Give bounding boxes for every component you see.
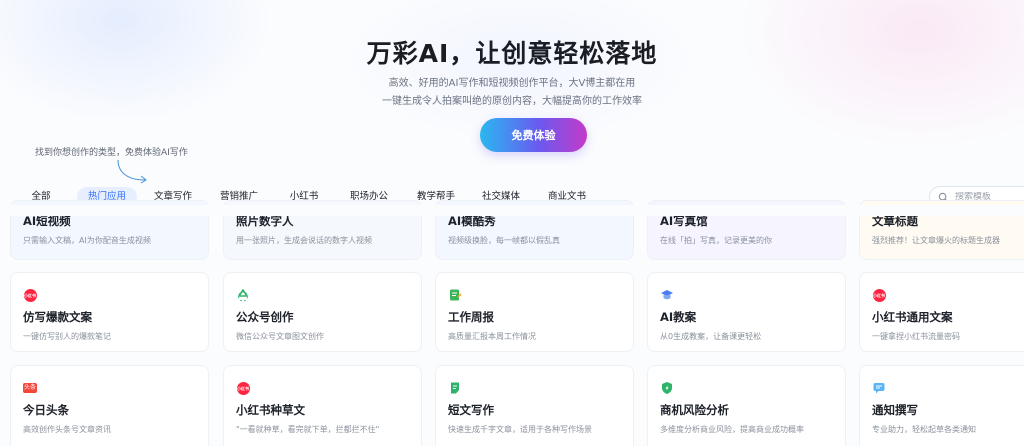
- hero-subtitle-line1: 高效、好用的AI写作和短视频创作平台，大V博主都在用: [388, 78, 636, 89]
- card-desc: 强烈推荐！让文章爆火的标题生成器: [872, 236, 1000, 245]
- template-card-xiaohongshu-seeding[interactable]: 小红书 小红书种草文 "一看就种草，看完就下单，拦都拦不住": [223, 365, 422, 446]
- card-desc: 一键仿写别人的爆款笔记: [23, 332, 111, 341]
- document-icon: [448, 381, 462, 395]
- chat-icon: [872, 381, 886, 395]
- card-title: 仿写爆款文案: [23, 310, 92, 324]
- card-desc: 多维度分析商业风险，提高商业成功概率: [660, 425, 804, 434]
- shield-icon: [660, 381, 674, 395]
- graduation-cap-icon: [660, 288, 674, 302]
- template-card-short-writing[interactable]: 短文写作 快速生成千字文章，适用于各种写作场景: [435, 365, 634, 446]
- card-title: AI教案: [660, 310, 697, 324]
- hint-arrow-icon: [117, 159, 147, 184]
- card-desc: 高质量汇报本周工作情况: [448, 332, 536, 341]
- card-desc: 一键拿捏小红书流量密码: [872, 332, 960, 341]
- card-desc: 用一张照片，生成会说话的数字人视频: [236, 236, 372, 245]
- hero-title: 万彩AI，让创意轻松落地: [366, 39, 658, 68]
- toutiao-icon: 头条: [23, 383, 37, 393]
- hint-text: 找到你想创作的类型，免费体验AI写作: [35, 148, 188, 158]
- card-title: 工作周报: [448, 310, 494, 324]
- template-card-weekly-report[interactable]: 工作周报 高质量汇报本周工作情况: [435, 272, 634, 352]
- card-desc: 快速生成千字文章，适用于各种写作场景: [448, 425, 592, 434]
- template-card-business-risk[interactable]: 商机风险分析 多维度分析商业风险，提高商业成功概率: [647, 365, 846, 446]
- card-desc: 在线「拍」写真，记录更美的你: [660, 236, 772, 245]
- card-title: 商机风险分析: [660, 403, 729, 417]
- template-card-ai-lesson-plan[interactable]: AI教案 从0生成教案，让备课更轻松: [647, 272, 846, 352]
- card-desc: 高效创作头条号文章资讯: [23, 425, 111, 434]
- hero-subtitle-line2: 一键生成令人拍案叫绝的原创内容，大幅提高你的工作效率: [382, 96, 642, 107]
- card-title: 短文写作: [448, 403, 494, 417]
- xiaohongshu-icon: 小红书: [236, 381, 250, 395]
- template-card-wechat-article[interactable]: 公众号创作 微信公众号文章图文创作: [223, 272, 422, 352]
- card-desc: 视频级换脸，每一帧都以假乱真: [448, 236, 560, 245]
- free-trial-button[interactable]: 免费体验: [480, 118, 587, 152]
- card-title: 公众号创作: [236, 310, 294, 324]
- recycle-icon: [236, 288, 250, 302]
- template-card-xiaohongshu-copy[interactable]: 小红书 小红书通用文案 一键拿捏小红书流量密码: [859, 272, 1024, 352]
- card-title: 通知撰写: [872, 403, 918, 417]
- card-desc: 微信公众号文章图文创作: [236, 332, 324, 341]
- template-card-copy-viral[interactable]: 小红书 仿写爆款文案 一键仿写别人的爆款笔记: [10, 272, 209, 352]
- xiaohongshu-icon: 小红书: [23, 288, 37, 302]
- card-title: 今日头条: [23, 403, 69, 417]
- notepad-icon: [448, 288, 462, 302]
- card-desc: "一看就种草，看完就下单，拦都拦不住": [236, 425, 380, 434]
- card-title: 小红书种草文: [236, 403, 305, 417]
- scroll-clip-band: [0, 205, 1024, 216]
- xiaohongshu-icon: 小红书: [872, 288, 886, 302]
- card-desc: 只需输入文稿，AI为你配音生成视频: [23, 236, 151, 245]
- template-card-notice-writing[interactable]: 通知撰写 专业助力，轻松起草各类通知: [859, 365, 1024, 446]
- card-title: 小红书通用文案: [872, 310, 953, 324]
- card-desc: 专业助力，轻松起草各类通知: [872, 425, 976, 434]
- card-desc: 从0生成教案，让备课更轻松: [660, 332, 762, 341]
- template-card-toutiao[interactable]: 头条 今日头条 高效创作头条号文章资讯: [10, 365, 209, 446]
